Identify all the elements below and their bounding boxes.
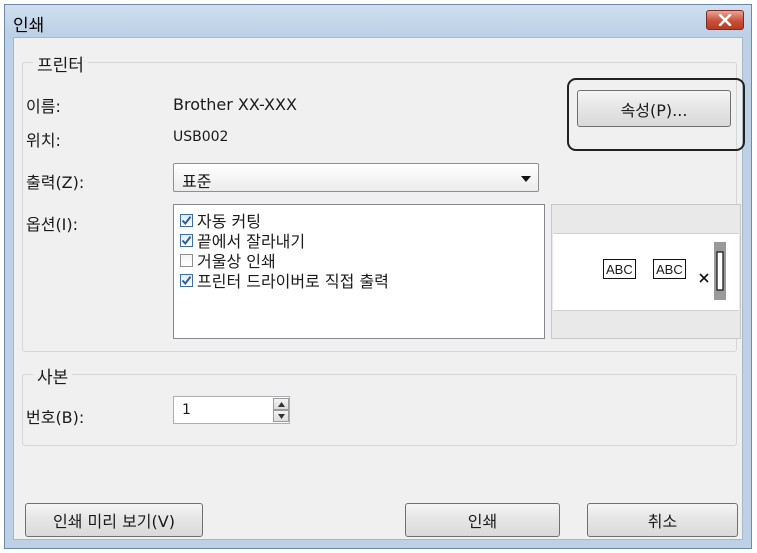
print-dialog: 인쇄 프린터 이름: Brother XX-XXX 위치: USB002 속성(… [4, 4, 752, 549]
check-icon [181, 275, 192, 285]
option-mirror-print[interactable]: 거울상 인쇄 [180, 250, 276, 271]
dialog-title: 인쇄 [13, 16, 45, 36]
check-icon [181, 215, 192, 225]
direct-print-checkbox[interactable] [180, 273, 193, 287]
scissors-icon [699, 273, 709, 283]
chevron-down-icon[interactable] [521, 176, 531, 182]
close-button[interactable] [706, 10, 744, 30]
auto-cut-checkbox[interactable] [180, 213, 193, 227]
print-preview-button[interactable]: 인쇄 미리 보기(V) [25, 503, 203, 537]
output-select-value: 표준 [182, 172, 212, 191]
printer-name-label: 이름: [26, 97, 61, 116]
properties-button[interactable]: 속성(P)... [577, 90, 731, 127]
tape-end-icon [714, 242, 726, 300]
label-preview: ABC ABC [551, 204, 741, 339]
print-button[interactable]: 인쇄 [405, 503, 560, 537]
arrow-up-icon [277, 401, 285, 407]
output-label: 출력(Z): [26, 173, 85, 192]
check-icon [181, 235, 192, 245]
preview-label-2: ABC [653, 259, 686, 279]
dialog-body: 프린터 이름: Brother XX-XXX 위치: USB002 속성(P).… [13, 37, 745, 540]
copies-group-legend: 사본 [33, 363, 73, 388]
preview-label-1: ABC [603, 259, 636, 279]
options-label: 옵션(I): [26, 215, 79, 234]
spin-down-button[interactable] [273, 410, 289, 422]
copies-group: 사본 [22, 363, 737, 446]
option-auto-cut[interactable]: 자동 커팅 [180, 210, 261, 231]
output-select[interactable]: 표준 [173, 163, 539, 192]
printer-location-value: USB002 [173, 129, 229, 145]
option-cut-at-end[interactable]: 끝에서 잘라내기 [180, 230, 305, 251]
printer-location-label: 위치: [26, 131, 61, 150]
cancel-button[interactable]: 취소 [587, 503, 738, 537]
close-icon [718, 14, 732, 26]
arrow-down-icon [277, 413, 285, 419]
options-list[interactable]: 자동 커팅 끝에서 잘라내기 거울상 인쇄 프린터 드라이버로 직접 출력 [173, 204, 545, 339]
spin-up-button[interactable] [273, 398, 289, 410]
direct-print-label: 프린터 드라이버로 직접 출력 [197, 272, 389, 291]
option-direct-print[interactable]: 프린터 드라이버로 직접 출력 [180, 270, 389, 291]
printer-group-legend: 프린터 [33, 51, 88, 76]
copies-number-input[interactable]: 1 [173, 396, 290, 424]
printer-name-value: Brother XX-XXX [173, 95, 297, 114]
preview-tape: ABC ABC [553, 233, 739, 311]
cut-at-end-checkbox[interactable] [180, 233, 193, 247]
copies-number-label: 번호(B): [26, 408, 85, 427]
mirror-print-checkbox[interactable] [180, 253, 193, 267]
title-bar[interactable]: 인쇄 [5, 5, 751, 36]
copies-number-value: 1 [182, 402, 191, 418]
